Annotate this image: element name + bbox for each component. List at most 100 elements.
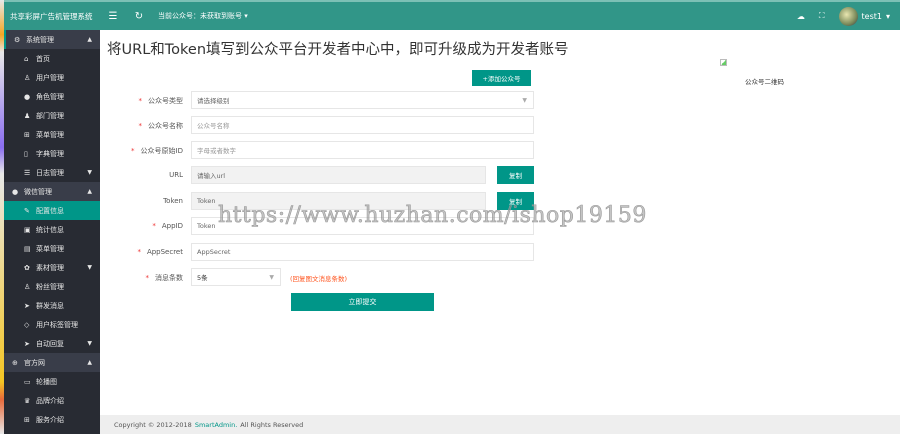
type-select[interactable]: 请选择级别 ▼ [191, 91, 534, 109]
caret-up-icon: ▲ [87, 359, 92, 366]
item-label: 部门管理 [36, 111, 64, 120]
sidebar-item-autoreply[interactable]: ➤ 自动回复 ▼ [4, 334, 100, 353]
list-icon: ☰ [24, 168, 31, 177]
item-label: 统计信息 [36, 225, 64, 234]
app-brand: 共享彩屏广告机管理系统 [10, 11, 93, 21]
group-label: 微信管理 [24, 187, 52, 196]
grid-icon: ⊞ [24, 415, 30, 424]
monitor-icon: ▣ [24, 225, 31, 234]
item-label: 用户管理 [36, 73, 64, 82]
link-icon: ✎ [24, 206, 30, 215]
username: test1 [861, 11, 882, 21]
msgcount-select[interactable]: 5条 ▼ [191, 268, 281, 286]
sidebar-item-roles[interactable]: ● 角色管理 [4, 87, 100, 106]
url-input[interactable]: 请输入url [191, 166, 486, 184]
send-icon: ➤ [24, 301, 30, 310]
user-icon: ♙ [24, 73, 31, 82]
sidebar-item-departments[interactable]: ♟ 部门管理 [4, 106, 100, 125]
sidebar-group-system[interactable]: ⚙ 系统管理 ▲ [4, 30, 100, 49]
row-url: URL 请输入url 复制 [100, 166, 540, 185]
phone-icon: ▯ [24, 149, 28, 158]
sidebar-item-config[interactable]: ✎ 配置信息 [4, 201, 100, 220]
smartadmin-link[interactable]: SmartAdmin. [195, 421, 237, 429]
send-icon: ➤ [24, 339, 30, 348]
sidebar-item-materials[interactable]: ✿ 素材管理 ▼ [4, 258, 100, 277]
item-label: 菜单管理 [36, 244, 64, 253]
wechat-icon: ● [12, 187, 19, 196]
row-name: * 公众号名称 公众号名称 [100, 116, 540, 135]
sidebar-item-wx-menu[interactable]: ▤ 菜单管理 [4, 239, 100, 258]
grid-icon: ⊞ [24, 130, 30, 139]
sidebar-item-users[interactable]: ♙ 用户管理 [4, 68, 100, 87]
caret-up-icon: ▲ [87, 36, 92, 43]
tag-icon: ◇ [24, 320, 30, 329]
theme-icon[interactable]: ☁ [797, 12, 805, 21]
item-label: 用户标签管理 [36, 320, 78, 329]
home-icon: ⌂ [24, 54, 29, 63]
sidebar-item-home[interactable]: ⌂ 首页 [4, 49, 100, 68]
chevron-down-icon: ▼ [522, 96, 527, 104]
group-label: 官方网 [24, 358, 45, 367]
token-label: Token [163, 197, 183, 205]
item-label: 日志管理 [36, 168, 64, 177]
page-title: 将URL和Token填写到公众平台开发者中心中，即可升级成为开发者账号 [107, 42, 569, 58]
sidebar-item-logs[interactable]: ☰ 日志管理 ▼ [4, 163, 100, 182]
appid-label: * AppID [152, 222, 183, 230]
caret-down-icon: ▼ [87, 169, 92, 176]
user-menu[interactable]: test1 ▾ [838, 6, 890, 26]
menu-toggle-icon[interactable]: ☰ [100, 11, 126, 22]
avatar [838, 6, 858, 26]
rights-text: All Rights Reserved [240, 420, 304, 429]
sidebar-item-stats[interactable]: ▣ 统计信息 [4, 220, 100, 239]
copy-url-button[interactable]: 复制 [497, 166, 534, 184]
item-label: 自动回复 [36, 339, 64, 348]
item-label: 首页 [36, 54, 50, 63]
sidebar-item-menus[interactable]: ⊞ 菜单管理 [4, 125, 100, 144]
current-account-dropdown[interactable]: 当前公众号：未获取到账号 ▾ [158, 11, 248, 21]
add-account-button[interactable]: +添加公众号 [472, 70, 531, 86]
sidebar-group-wechat[interactable]: ● 微信管理 ▲ [4, 182, 100, 201]
sidebar-item-fans[interactable]: ♙ 粉丝管理 [4, 277, 100, 296]
sidebar-item-broadcast[interactable]: ➤ 群发消息 [4, 296, 100, 315]
chevron-down-icon: ▾ [885, 11, 890, 21]
fullscreen-icon[interactable]: ⛶ [819, 11, 825, 21]
group-label: 系统管理 [26, 35, 54, 44]
row-type: * 公众号类型 请选择级别 ▼ [100, 91, 540, 110]
globe-icon: ⊕ [12, 358, 18, 367]
row-origid: * 公众号原始ID 字母或者数字 [100, 141, 540, 160]
appsecret-input[interactable]: AppSecret [191, 243, 534, 261]
menu-icon: ▤ [24, 244, 31, 253]
origid-input[interactable]: 字母或者数字 [191, 141, 534, 159]
item-label: 轮播图 [36, 377, 57, 386]
token-input[interactable]: Token [191, 192, 486, 210]
sidebar-item-brand[interactable]: ♛ 品牌介绍 [4, 391, 100, 410]
material-icon: ✿ [24, 263, 30, 272]
appid-input[interactable]: Token [191, 217, 534, 235]
user-icon: ♙ [24, 282, 31, 291]
name-input[interactable]: 公众号名称 [191, 116, 534, 134]
qr-code-image [720, 59, 727, 66]
current-account-label: 当前公众号：未获取到账号 [158, 12, 242, 20]
sidebar-item-tags[interactable]: ◇ 用户标签管理 [4, 315, 100, 334]
image-icon: ▭ [24, 377, 31, 386]
copy-token-button[interactable]: 复制 [497, 192, 534, 210]
item-label: 群发消息 [36, 301, 64, 310]
submit-button[interactable]: 立即提交 [291, 293, 434, 311]
sidebar-group-website[interactable]: ⊕ 官方网 ▲ [4, 353, 100, 372]
item-label: 配置信息 [36, 206, 64, 215]
type-label: * 公众号类型 [138, 97, 184, 105]
item-label: 角色管理 [36, 92, 64, 101]
row-appid: * AppID Token [100, 217, 540, 236]
sidebar-item-carousel[interactable]: ▭ 轮播图 [4, 372, 100, 391]
footer: Copyright © 2012-2018 SmartAdmin. All Ri… [100, 415, 900, 434]
item-label: 粉丝管理 [36, 282, 64, 291]
item-label: 品牌介绍 [36, 396, 64, 405]
item-label: 服务介绍 [36, 415, 64, 424]
sidebar-item-services[interactable]: ⊞ 服务介绍 [4, 410, 100, 429]
msgcount-hint: (回复图文消息条数) [290, 275, 348, 283]
sidebar: ⚙ 系统管理 ▲ ⌂ 首页 ♙ 用户管理 ● 角色管理 ♟ 部门管理 ⊞ 菜单管理 ▯ 字典管理… [4, 30, 100, 434]
sidebar-item-dict[interactable]: ▯ 字典管理 [4, 144, 100, 163]
gear-icon: ⚙ [14, 35, 21, 44]
item-label: 菜单管理 [36, 130, 64, 139]
refresh-icon[interactable]: ↻ [126, 11, 152, 22]
